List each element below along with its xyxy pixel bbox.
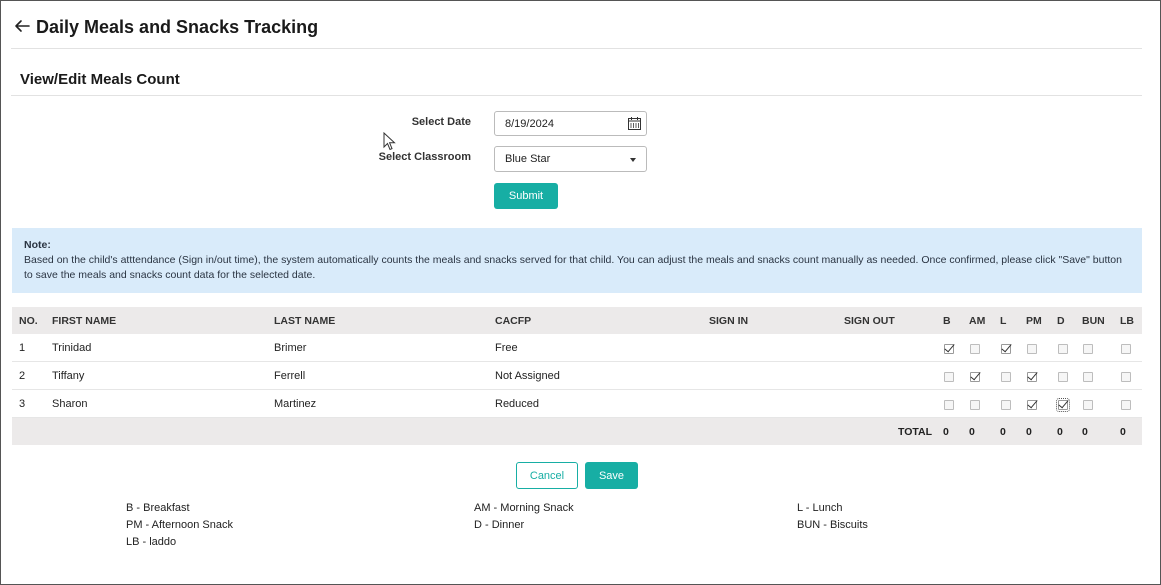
col-bun: BUN <box>1082 315 1105 327</box>
row-first-name: Trinidad <box>52 342 92 354</box>
row-first-name: Tiffany <box>52 370 85 382</box>
total-am: 0 <box>969 426 975 438</box>
submit-button[interactable]: Submit <box>494 183 558 209</box>
row-last-name: Brimer <box>274 342 307 354</box>
meal-checkbox-b[interactable] <box>944 400 954 410</box>
date-label: Select Date <box>411 116 471 128</box>
meal-checkbox-d[interactable] <box>1056 398 1070 412</box>
meal-checkbox-pm[interactable] <box>1027 372 1037 382</box>
total-b: 0 <box>943 426 949 438</box>
col-no: NO. <box>19 315 38 327</box>
meal-checkbox-am[interactable] <box>970 372 980 382</box>
legend-afternoon-snack: PM - Afternoon Snack <box>126 519 233 531</box>
meal-checkbox-bun[interactable] <box>1083 400 1093 410</box>
row-last-name: Ferrell <box>274 370 306 382</box>
section-divider <box>11 95 1142 96</box>
col-am: AM <box>969 315 986 327</box>
col-sign-in: SIGN IN <box>709 315 749 327</box>
meal-checkbox-lb[interactable] <box>1121 400 1131 410</box>
meal-checkbox-am[interactable] <box>970 344 980 354</box>
meal-checkbox-bun[interactable] <box>1083 344 1093 354</box>
legend-lunch: L - Lunch <box>797 502 843 514</box>
col-first-name: FIRST NAME <box>52 315 117 327</box>
col-pm: PM <box>1026 315 1042 327</box>
classroom-value: Blue Star <box>505 153 551 165</box>
page-frame: Daily Meals and Snacks Tracking View/Edi… <box>0 0 1161 585</box>
legend-morning-snack: AM - Morning Snack <box>474 502 574 514</box>
legend-biscuits: BUN - Biscuits <box>797 519 868 531</box>
col-lb: LB <box>1120 315 1134 327</box>
meal-checkbox-l[interactable] <box>1001 400 1011 410</box>
legend-breakfast: B - Breakfast <box>126 502 190 514</box>
col-last-name: LAST NAME <box>274 315 336 327</box>
meals-table: NO. FIRST NAME LAST NAME CACFP SIGN IN S… <box>12 307 1142 445</box>
meal-checkbox-l[interactable] <box>1001 372 1011 382</box>
col-b: B <box>943 315 951 327</box>
legend-dinner: D - Dinner <box>474 519 525 531</box>
note-box: Note: Based on the child's atttendance (… <box>12 228 1142 293</box>
col-sign-out: SIGN OUT <box>844 315 895 327</box>
classroom-label: Select Classroom <box>378 151 471 163</box>
meal-checkbox-l[interactable] <box>1001 344 1011 354</box>
meal-checkbox-b[interactable] <box>944 344 954 354</box>
note-text: Based on the child's atttendance (Sign i… <box>24 254 1122 281</box>
save-button[interactable]: Save <box>585 462 638 489</box>
chevron-down-icon <box>630 158 636 162</box>
meal-checkbox-lb[interactable] <box>1121 372 1131 382</box>
row-first-name: Sharon <box>52 398 88 410</box>
table-header-row: NO. FIRST NAME LAST NAME CACFP SIGN IN S… <box>12 307 1142 334</box>
col-l: L <box>1000 315 1007 327</box>
total-lb: 0 <box>1120 426 1126 438</box>
meal-checkbox-b[interactable] <box>944 372 954 382</box>
meal-checkbox-pm[interactable] <box>1027 344 1037 354</box>
back-arrow-icon[interactable] <box>13 17 31 35</box>
date-value: 8/19/2024 <box>505 118 554 130</box>
table-total-row: TOTAL 0 0 0 0 0 0 0 <box>12 418 1142 445</box>
row-cacfp: Not Assigned <box>495 370 560 382</box>
section-title: View/Edit Meals Count <box>20 71 180 88</box>
total-bun: 0 <box>1082 426 1088 438</box>
page-header: Daily Meals and Snacks Tracking <box>11 11 1142 49</box>
meal-checkbox-d[interactable] <box>1058 344 1068 354</box>
table-row: 1 Trinidad Brimer Free <box>12 334 1142 362</box>
col-cacfp: CACFP <box>495 315 532 327</box>
row-no: 2 <box>19 370 26 382</box>
row-last-name: Martinez <box>274 398 317 410</box>
page-title: Daily Meals and Snacks Tracking <box>36 17 319 37</box>
col-d: D <box>1057 315 1065 327</box>
row-no: 3 <box>19 398 26 410</box>
total-label: TOTAL <box>898 426 933 438</box>
meal-checkbox-am[interactable] <box>970 400 980 410</box>
cancel-button[interactable]: Cancel <box>516 462 578 489</box>
meal-checkbox-pm[interactable] <box>1027 400 1037 410</box>
classroom-select[interactable]: Blue Star <box>494 146 647 172</box>
meal-checkbox-d[interactable] <box>1058 372 1068 382</box>
row-cacfp: Reduced <box>495 398 540 410</box>
total-l: 0 <box>1000 426 1006 438</box>
table-row: 3 Sharon Martinez Reduced <box>12 390 1142 418</box>
note-title: Note: <box>24 239 51 251</box>
legend-laddo: LB - laddo <box>126 536 177 548</box>
row-cacfp: Free <box>495 342 518 354</box>
date-input[interactable]: 8/19/2024 <box>494 111 647 136</box>
row-no: 1 <box>19 342 26 354</box>
mouse-pointer-icon <box>383 131 396 152</box>
meal-checkbox-bun[interactable] <box>1083 372 1093 382</box>
calendar-icon[interactable] <box>628 117 641 130</box>
meal-checkbox-lb[interactable] <box>1121 344 1131 354</box>
table-row: 2 Tiffany Ferrell Not Assigned <box>12 362 1142 390</box>
total-pm: 0 <box>1026 426 1032 438</box>
total-d: 0 <box>1057 426 1063 438</box>
